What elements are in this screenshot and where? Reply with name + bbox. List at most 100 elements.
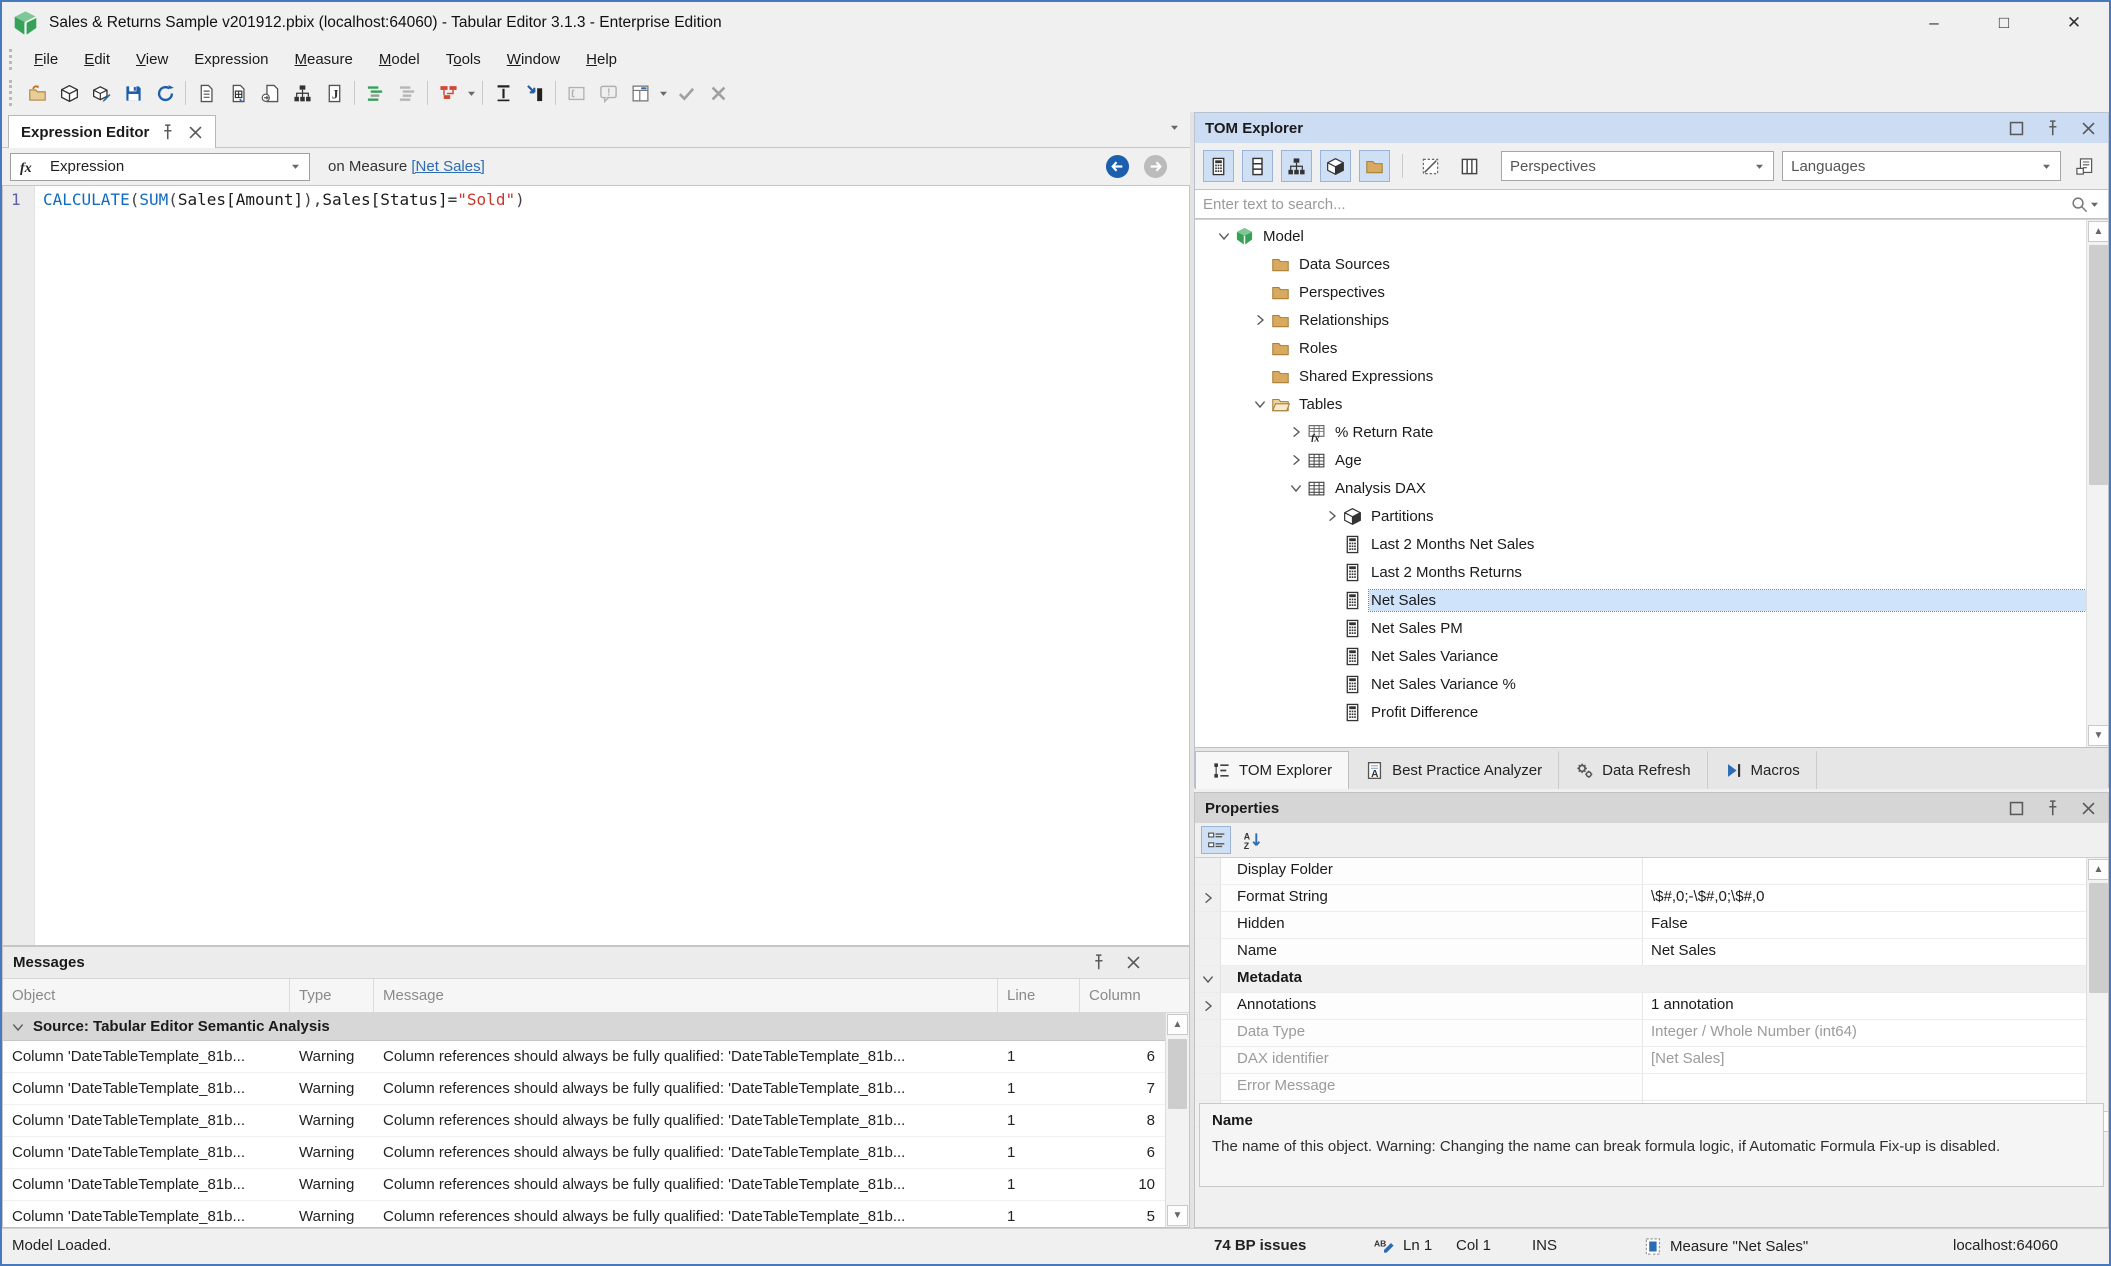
- code-line[interactable]: CALCULATE(SUM(Sales[Amount]),Sales[Statu…: [35, 186, 1189, 945]
- scrollbar-thumb[interactable]: [2089, 883, 2108, 993]
- search-options-icon[interactable]: [2089, 199, 2100, 210]
- open-file-button[interactable]: [21, 78, 53, 108]
- tab-macros[interactable]: Macros: [1708, 751, 1817, 789]
- tree-item-profit-difference[interactable]: Profit Difference: [1195, 698, 2086, 726]
- categorized-view-button[interactable]: [1201, 826, 1231, 854]
- scroll-up-icon[interactable]: ▲: [1167, 1014, 1188, 1035]
- tab-data-refresh[interactable]: Data Refresh: [1559, 751, 1707, 789]
- chevron-right-icon[interactable]: [1321, 509, 1343, 523]
- tree-item-model[interactable]: Model: [1195, 222, 2086, 250]
- scroll-down-icon[interactable]: ▼: [1167, 1205, 1188, 1226]
- translations-button[interactable]: [2069, 150, 2100, 182]
- close-icon[interactable]: [186, 123, 205, 142]
- pin-icon[interactable]: [158, 123, 177, 142]
- new-document-button[interactable]: [190, 78, 222, 108]
- pin-icon[interactable]: [2043, 799, 2062, 818]
- import-table-button[interactable]: [487, 78, 519, 108]
- menu-expression[interactable]: Expression: [181, 48, 281, 71]
- search-input[interactable]: [1203, 196, 2070, 213]
- menu-help[interactable]: Help: [573, 48, 630, 71]
- bp-issues-status[interactable]: 74 BP issues: [1214, 1237, 1306, 1254]
- update-model-button[interactable]: [85, 78, 117, 108]
- toggle-hierarchies-button[interactable]: [1281, 150, 1312, 182]
- message-row[interactable]: Column 'DateTableTemplate_81b...WarningC…: [3, 1201, 1165, 1227]
- menu-file[interactable]: File: [21, 48, 71, 71]
- scroll-up-icon[interactable]: ▲: [2088, 859, 2108, 880]
- message-row[interactable]: Column 'DateTableTemplate_81b...WarningC…: [3, 1169, 1165, 1201]
- import-data-button[interactable]: [519, 78, 551, 108]
- expand-chevron-right-icon[interactable]: [1195, 993, 1221, 1019]
- diagram-button[interactable]: [432, 78, 464, 108]
- menu-edit[interactable]: Edit: [71, 48, 123, 71]
- message-row[interactable]: Column 'DateTableTemplate_81b...WarningC…: [3, 1137, 1165, 1169]
- close-button[interactable]: ✕: [2039, 2, 2109, 44]
- dax-code-editor[interactable]: 1 CALCULATE(SUM(Sales[Amount]),Sales[Sta…: [2, 186, 1190, 946]
- tree-item-analysis-dax[interactable]: Analysis DAX: [1195, 474, 2086, 502]
- properties-scrollbar[interactable]: ▲ ▼: [2086, 858, 2108, 1133]
- column-header-object[interactable]: Object: [3, 979, 290, 1012]
- toggle-metadata-columns-button[interactable]: [1454, 150, 1485, 182]
- expression-type-select[interactable]: fx Expression: [10, 153, 310, 181]
- tree-item-net-sales-variance[interactable]: Net Sales Variance %: [1195, 670, 2086, 698]
- close-icon[interactable]: [2079, 119, 2098, 138]
- tree-scrollbar[interactable]: ▲ ▼: [2086, 220, 2108, 747]
- chevron-down-icon[interactable]: [1213, 229, 1235, 243]
- context-object-link[interactable]: [Net Sales]: [411, 158, 484, 175]
- close-icon[interactable]: [1124, 953, 1143, 972]
- dax-script-button[interactable]: J: [318, 78, 350, 108]
- column-header-type[interactable]: Type: [290, 979, 374, 1012]
- tab-expression-editor[interactable]: Expression Editor: [8, 115, 216, 148]
- menu-measure[interactable]: Measure: [282, 48, 366, 71]
- column-header-message[interactable]: Message: [374, 979, 998, 1012]
- format-dax-button[interactable]: [359, 78, 391, 108]
- scrollbar-thumb[interactable]: [2089, 245, 2108, 485]
- tree-item-return-rate[interactable]: fx% Return Rate: [1195, 418, 2086, 446]
- tree-item-data-sources[interactable]: Data Sources: [1195, 250, 2086, 278]
- tree-item-net-sales-variance[interactable]: Net Sales Variance: [1195, 642, 2086, 670]
- property-value[interactable]: [1643, 858, 2108, 884]
- tree-item-net-sales[interactable]: Net Sales: [1195, 586, 2086, 614]
- messages-scrollbar[interactable]: ▲ ▼: [1165, 1013, 1189, 1227]
- property-value[interactable]: Net Sales: [1643, 939, 2108, 965]
- pin-icon[interactable]: [2043, 119, 2062, 138]
- tab-tom-explorer[interactable]: TOM Explorer: [1195, 751, 1349, 789]
- tree-item-perspectives[interactable]: Perspectives: [1195, 278, 2086, 306]
- expand-chevron-right-icon[interactable]: [1195, 885, 1221, 911]
- tree-item-age[interactable]: Age: [1195, 446, 2086, 474]
- tree-item-tables[interactable]: Tables: [1195, 390, 2086, 418]
- column-header-line[interactable]: Line: [998, 979, 1080, 1012]
- column-header-column[interactable]: Column: [1080, 979, 1165, 1012]
- tree-item-roles[interactable]: Roles: [1195, 334, 2086, 362]
- maximize-button[interactable]: □: [1969, 2, 2039, 44]
- search-icon[interactable]: [2070, 195, 2089, 214]
- chevron-right-icon[interactable]: [1285, 453, 1307, 467]
- message-row[interactable]: Column 'DateTableTemplate_81b...WarningC…: [3, 1073, 1165, 1105]
- toggle-measures-button[interactable]: [1203, 150, 1234, 182]
- tree-item-last-2-months-net-sales[interactable]: Last 2 Months Net Sales: [1195, 530, 2086, 558]
- menu-model[interactable]: Model: [366, 48, 433, 71]
- property-value[interactable]: False: [1643, 912, 2108, 938]
- scroll-up-icon[interactable]: ▲: [2088, 221, 2108, 242]
- chevron-down-icon[interactable]: [1285, 481, 1307, 495]
- export-script-button[interactable]: [254, 78, 286, 108]
- tree-item-last-2-months-returns[interactable]: Last 2 Months Returns: [1195, 558, 2086, 586]
- back-icon[interactable]: [1105, 154, 1130, 179]
- close-icon[interactable]: [2079, 799, 2098, 818]
- save-button[interactable]: [117, 78, 149, 108]
- new-dax-query-button[interactable]: [222, 78, 254, 108]
- scroll-down-icon[interactable]: ▼: [2088, 725, 2108, 746]
- messages-group-row[interactable]: Source: Tabular Editor Semantic Analysis: [3, 1013, 1165, 1041]
- toggle-hidden-objects-button[interactable]: [1415, 150, 1446, 182]
- perspectives-select[interactable]: Perspectives: [1501, 151, 1774, 181]
- message-row[interactable]: Column 'DateTableTemplate_81b...WarningC…: [3, 1041, 1165, 1073]
- menu-window[interactable]: Window: [494, 48, 573, 71]
- chevron-down-icon[interactable]: [1249, 397, 1271, 411]
- property-value[interactable]: \$#,0;-\$#,0;\$#,0: [1643, 885, 2108, 911]
- deploy-button[interactable]: [53, 78, 85, 108]
- toolbar-grip[interactable]: [9, 80, 13, 107]
- maximize-panel-icon[interactable]: [2007, 119, 2026, 138]
- window-layout-button[interactable]: [624, 78, 656, 108]
- tree-item-partitions[interactable]: Partitions: [1195, 502, 2086, 530]
- tab-best-practice-analyzer[interactable]: ABest Practice Analyzer: [1349, 751, 1559, 789]
- toggle-columns-button[interactable]: [1242, 150, 1273, 182]
